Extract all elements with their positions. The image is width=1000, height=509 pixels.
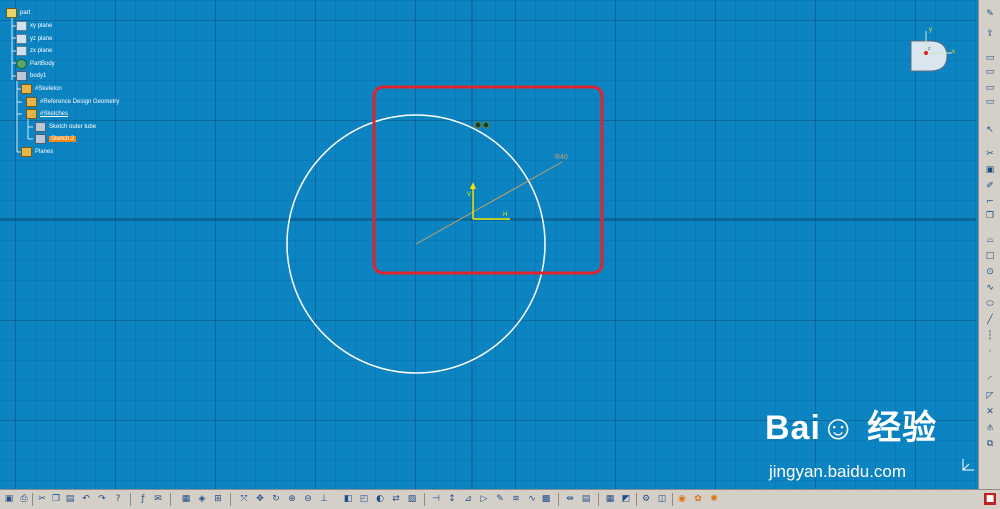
constraint-icon[interactable]: ⊣ [430, 493, 442, 505]
project-icon[interactable]: ⧉ [983, 438, 997, 450]
whats-this-icon[interactable]: ? [112, 493, 124, 505]
trim-icon[interactable]: ✕ [983, 406, 997, 418]
mirror-icon[interactable]: ⫛ [983, 422, 997, 434]
toolbar-separator [130, 493, 131, 506]
geometry-icon[interactable]: ▤ [580, 493, 592, 505]
options-icon[interactable]: ◩ [620, 493, 632, 505]
analysis-icon[interactable]: ≋ [510, 493, 522, 505]
pencil-icon[interactable]: ✐ [983, 180, 997, 192]
comment-icon[interactable]: ✉ [152, 493, 164, 505]
sketch-solve-icon[interactable]: ∿ [526, 493, 538, 505]
compass-y-label: y [929, 27, 932, 33]
zoom-in-icon[interactable]: ⊕ [286, 493, 298, 505]
export-icon[interactable]: ⇪ [983, 28, 997, 40]
profile-icon[interactable]: ⌓ [983, 234, 997, 246]
multi-view-icon[interactable]: ◰ [358, 493, 370, 505]
view-icon[interactable]: ▭ [983, 96, 997, 108]
cut-icon[interactable]: ✂ [983, 148, 997, 160]
constraint-marker[interactable] [482, 121, 490, 129]
workbench-icon[interactable]: ✿ [692, 493, 704, 505]
edit-icon[interactable]: ✎ [494, 493, 506, 505]
workbench-icon[interactable]: ◉ [676, 493, 688, 505]
print-icon[interactable]: ⎙ [18, 493, 30, 505]
watermark-url: jingyan.baidu.com [769, 462, 907, 481]
workbench-icon[interactable]: ✺ [708, 493, 720, 505]
dimension-icon[interactable]: ↕ [446, 493, 458, 505]
copy-icon[interactable]: ❐ [983, 210, 997, 222]
constraint-marker[interactable] [474, 121, 482, 129]
measure-icon[interactable]: ⊞ [212, 493, 224, 505]
copy-icon[interactable]: ❐ [50, 493, 62, 505]
spline-icon[interactable]: ∿ [983, 282, 997, 294]
mini-axis-icon [962, 459, 974, 471]
3d-viewport[interactable]: part xy plane yz plane zx plane PartBody… [0, 0, 976, 489]
undo-icon[interactable]: ↶ [80, 493, 92, 505]
fit-all-icon[interactable]: ⤧ [238, 493, 250, 505]
pan-icon[interactable]: ✥ [254, 493, 266, 505]
toolbar-separator [32, 493, 33, 506]
chamfer-icon[interactable]: ◸ [983, 390, 997, 402]
normal-view-icon[interactable]: ⊥ [318, 493, 330, 505]
save-icon[interactable]: ▣ [3, 493, 15, 505]
line-icon[interactable]: ╱ [983, 314, 997, 326]
right-toolbar: ✎ ⇪ ▭ ▭ ▭ ▭ ↖ ✂ ▣ ✐ ⌐ ❐ ⌓ □ ⊙ ∿ ⬭ ╱ ┆ · … [978, 0, 1000, 489]
ellipse-icon[interactable]: ⬭ [983, 298, 997, 310]
toolbar-separator [558, 493, 559, 506]
zoom-out-icon[interactable]: ⊖ [302, 493, 314, 505]
v-axis-label: V [467, 192, 471, 198]
animate-icon[interactable]: ▷ [478, 493, 490, 505]
rotate-icon[interactable]: ↻ [270, 493, 282, 505]
toolbar-separator [424, 493, 425, 506]
view-icon[interactable]: ▭ [983, 52, 997, 64]
grid-snap-icon[interactable]: ▩ [540, 493, 552, 505]
v-axis-arrow [470, 182, 476, 189]
watermark-logo: Bai☺ 经验 [765, 409, 938, 447]
circle-icon[interactable]: ⊙ [983, 266, 997, 278]
toolbar-separator [230, 493, 231, 506]
exit-sketch-icon[interactable]: ▦ [604, 493, 616, 505]
app-logo-icon: ■ [984, 493, 996, 505]
toolbar-separator [170, 493, 171, 506]
render-icon[interactable]: ◈ [196, 493, 208, 505]
compass-x-label: x [952, 49, 955, 55]
sketch-icon[interactable]: ✎ [983, 8, 997, 20]
profile-icon[interactable]: ⌐ [983, 196, 997, 208]
point-icon[interactable]: · [983, 346, 997, 358]
paste-icon[interactable]: ▤ [64, 493, 76, 505]
grid-icon[interactable]: ▦ [180, 493, 192, 505]
auto-constraint-icon[interactable]: ⊿ [462, 493, 474, 505]
view-icon[interactable]: ▭ [983, 66, 997, 78]
shading-icon[interactable]: ▨ [406, 493, 418, 505]
cut-icon[interactable]: ✂ [36, 493, 48, 505]
toolbar-separator [636, 493, 637, 506]
construct-icon[interactable]: ⇹ [564, 493, 576, 505]
radius-dimension-line[interactable] [415, 161, 563, 245]
swap-icon[interactable]: ⇄ [390, 493, 402, 505]
iso-view-icon[interactable]: ◧ [342, 493, 354, 505]
tools-icon[interactable]: ⚙ [640, 493, 652, 505]
h-axis-label: H [503, 212, 507, 218]
rectangle-icon[interactable]: □ [983, 250, 997, 262]
corner-icon[interactable]: ◜ [983, 374, 997, 386]
axis-icon[interactable]: ┆ [983, 330, 997, 342]
tools-icon[interactable]: ◫ [656, 493, 668, 505]
radius-dimension-label[interactable]: R40 [555, 154, 568, 161]
bottom-toolbar: ▣ ⎙ ✂ ❐ ▤ ↶ ↷ ? ƒ ✉ ▦ ◈ ⊞ ⤧ ✥ ↻ ⊕ ⊖ ⊥ ◧ … [0, 489, 1000, 509]
constraint-icon[interactable]: ▣ [983, 164, 997, 176]
compass-widget[interactable]: y x z [903, 25, 963, 80]
view-icon[interactable]: ▭ [983, 82, 997, 94]
formula-icon[interactable]: ƒ [137, 493, 149, 505]
select-icon[interactable]: ↖ [983, 124, 997, 136]
redo-icon[interactable]: ↷ [96, 493, 108, 505]
toolbar-separator [672, 493, 673, 506]
hide-show-icon[interactable]: ◐ [374, 493, 386, 505]
toolbar-separator [598, 493, 599, 506]
